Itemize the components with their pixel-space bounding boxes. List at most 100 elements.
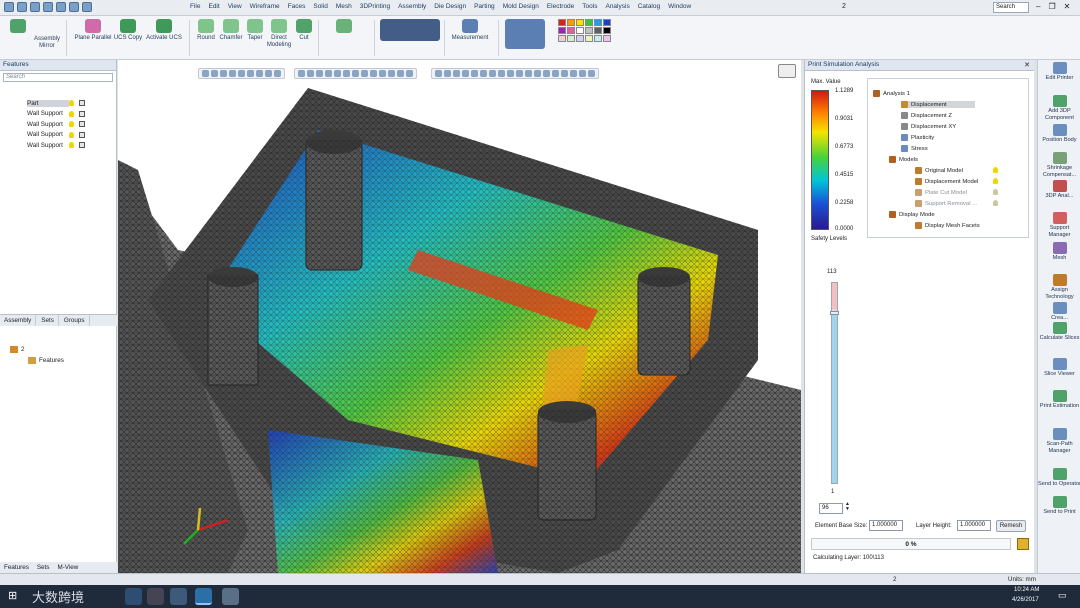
app-icon[interactable] — [4, 2, 14, 12]
export-icon[interactable] — [1017, 538, 1029, 550]
tree-stress[interactable]: Stress — [901, 145, 928, 152]
command-support-manager[interactable]: Support Manager — [1038, 212, 1080, 238]
tree-support-removal[interactable]: Support Removal ... — [915, 200, 977, 207]
tree-displacement-z[interactable]: Displacement Z — [901, 112, 952, 119]
activate-ucs-button[interactable]: Activate UCS — [145, 19, 183, 42]
menu-solid[interactable]: Solid — [313, 3, 327, 10]
save-icon[interactable] — [17, 2, 27, 12]
print-icon[interactable] — [69, 2, 79, 12]
command-send-to-operator[interactable]: Send to Operator — [1038, 468, 1080, 488]
minimize-icon[interactable]: – — [1036, 2, 1040, 11]
element-base-size-input[interactable]: 1.000000 — [869, 520, 903, 531]
assembly-mirror-button[interactable] — [10, 19, 26, 35]
menu-view[interactable]: View — [228, 3, 242, 10]
3d-viewport[interactable] — [118, 60, 801, 573]
menu-die-design[interactable]: Die Design — [434, 3, 466, 10]
command-position-body[interactable]: Position Body — [1038, 124, 1080, 144]
bulb-icon[interactable] — [993, 167, 998, 173]
features-search-input[interactable]: Search — [3, 73, 113, 82]
menu-wireframe[interactable]: Wireframe — [250, 3, 280, 10]
menu-parting[interactable]: Parting — [474, 3, 495, 10]
assembly-root[interactable]: 2 — [10, 346, 25, 353]
tree-item-wall-support[interactable]: Wall Support — [0, 140, 116, 151]
command-mesh[interactable]: Mesh — [1038, 242, 1080, 262]
menu-assembly[interactable]: Assembly — [398, 3, 426, 10]
open-icon[interactable] — [30, 2, 40, 12]
app-icon[interactable] — [170, 588, 187, 605]
close-icon[interactable]: ✕ — [1064, 2, 1071, 11]
plane-parallel-button[interactable]: Plane Parallel — [74, 19, 112, 42]
command-print-estimation[interactable]: Print Estimation — [1038, 390, 1080, 410]
tree-item-wall-support[interactable]: Wall Support — [0, 119, 116, 130]
menu-tools[interactable]: Tools — [582, 3, 597, 10]
cut-button[interactable]: Cut — [295, 19, 313, 42]
draw-tools-group[interactable] — [380, 19, 440, 43]
command-edit-printer[interactable]: Edit Printer — [1038, 62, 1080, 82]
restore-icon[interactable]: ❐ — [1048, 2, 1055, 11]
tab-sets-bottom[interactable]: Sets — [33, 562, 54, 573]
remesh-button[interactable]: Remesh — [996, 520, 1026, 532]
command-slice-viewer[interactable]: Slice Viewer — [1038, 358, 1080, 378]
round-button[interactable]: Round — [195, 19, 217, 42]
menu-mold-design[interactable]: Mold Design — [503, 3, 539, 10]
tree-displacement-xy[interactable]: Displacement XY — [901, 123, 956, 130]
menu-file[interactable]: File — [190, 3, 200, 10]
sketch-tools-group[interactable] — [326, 19, 362, 35]
taper-button[interactable]: Taper — [245, 19, 265, 42]
visibility-bulb-icon[interactable] — [69, 100, 74, 107]
menu-mesh[interactable]: Mesh — [336, 3, 352, 10]
settings-icon[interactable] — [82, 2, 92, 12]
command-calculate-slices[interactable]: Calculate Slices — [1038, 322, 1080, 342]
visibility-bulb-icon[interactable] — [69, 121, 74, 128]
command-assign-technology[interactable]: Assign Technology — [1038, 274, 1080, 300]
slider-handle[interactable] — [830, 311, 839, 316]
tree-original-model[interactable]: Original Model — [915, 167, 963, 174]
visibility-bulb-icon[interactable] — [69, 110, 74, 117]
tree-item-wall-support[interactable]: Wall Support — [0, 109, 116, 120]
search-input[interactable]: Search — [993, 2, 1029, 13]
tree-display-mesh-facets[interactable]: Display Mesh Facets — [915, 222, 980, 229]
color-palette[interactable] — [558, 19, 611, 42]
bulb-icon[interactable] — [993, 189, 998, 195]
viewport-toolbar-view[interactable] — [431, 68, 599, 79]
menu-3dprinting[interactable]: 3DPrinting — [360, 3, 390, 10]
menu-catalog[interactable]: Catalog — [638, 3, 660, 10]
tree-display-mode[interactable]: Display Mode — [889, 211, 935, 218]
command-scan-path-manager[interactable]: Scan-Path Manager — [1038, 428, 1080, 454]
close-view-icon[interactable] — [778, 64, 796, 78]
chamfer-button[interactable]: Chamfer — [218, 19, 244, 42]
tab-sets[interactable]: Sets — [37, 315, 59, 326]
tab-m-view[interactable]: M-View — [53, 562, 82, 573]
tree-item-wall-support[interactable]: Wall Support — [0, 130, 116, 141]
tree-models[interactable]: Models — [889, 156, 918, 163]
menu-faces[interactable]: Faces — [288, 3, 306, 10]
layer-slider[interactable] — [830, 282, 839, 484]
ucs-copy-button[interactable]: UCS Copy — [113, 19, 143, 42]
task-view-icon[interactable] — [125, 588, 142, 605]
spinbox-arrows-icon[interactable]: ▲ ▼ — [845, 502, 850, 512]
menu-window[interactable]: Window — [668, 3, 691, 10]
measurement-button[interactable]: Measurement — [448, 19, 492, 42]
panel-close-icon[interactable]: ✕ — [1024, 61, 1030, 69]
viewport-toolbar-selection[interactable] — [198, 68, 285, 79]
command-3dp-anal[interactable]: 3DP Anal... — [1038, 180, 1080, 200]
visibility-bulb-icon[interactable] — [69, 142, 74, 149]
layer-height-input[interactable]: 1.000000 — [957, 520, 991, 531]
tree-item-part[interactable]: Part — [0, 98, 116, 109]
tree-analysis-1[interactable]: Analysis 1 — [873, 90, 910, 97]
view-tools-group[interactable] — [503, 19, 547, 51]
tree-displacement[interactable]: Displacement — [901, 101, 975, 108]
assembly-features-item[interactable]: Features — [28, 357, 64, 364]
command-crea[interactable]: Crea... — [1038, 302, 1080, 322]
layer-spinbox[interactable]: 96 — [819, 503, 843, 514]
app-icon[interactable] — [222, 588, 239, 605]
file-explorer-icon[interactable] — [147, 588, 164, 605]
tree-plate-cut-model[interactable]: Plate Cut Model — [915, 189, 967, 196]
command-shrinkage-compensat[interactable]: Shrinkage Compensat... — [1038, 152, 1080, 178]
bulb-icon[interactable] — [993, 200, 998, 206]
bulb-icon[interactable] — [993, 178, 998, 184]
command-add-3dp-component[interactable]: Add 3DP Component — [1038, 95, 1080, 121]
notification-icon[interactable]: ▭ — [1058, 590, 1067, 601]
tab-assembly[interactable]: Assembly — [0, 315, 37, 326]
direct-modeling-button[interactable]: Direct Modeling — [265, 19, 293, 49]
